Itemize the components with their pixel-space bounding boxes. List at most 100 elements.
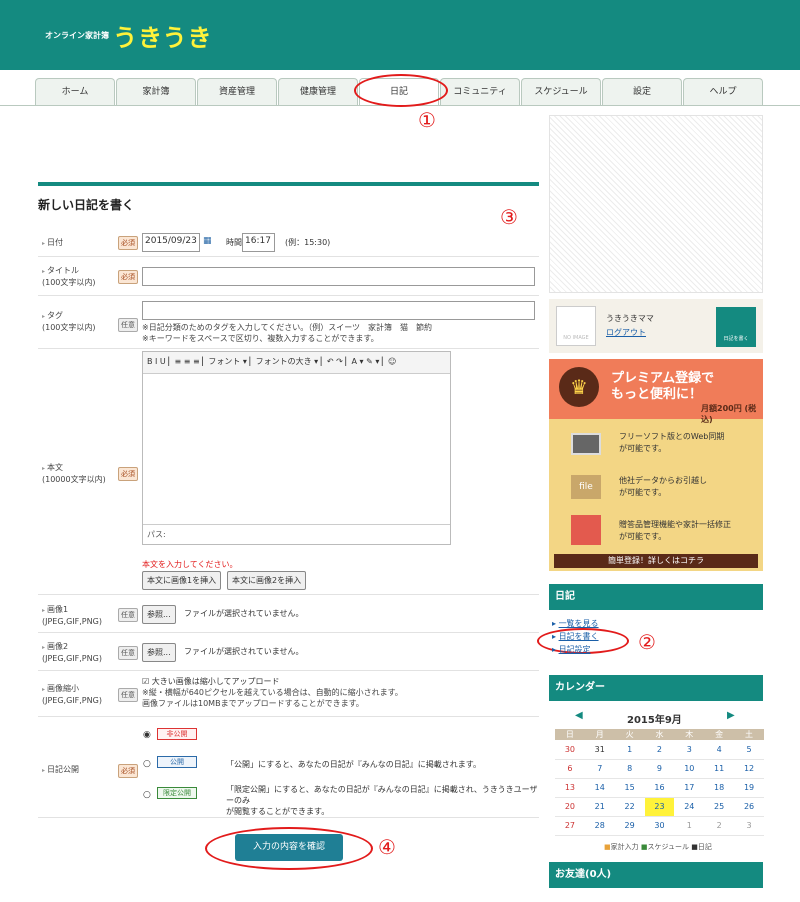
crown-icon: ♛ <box>559 367 599 407</box>
diary-menu-settings[interactable]: ▸ 日記設定 <box>552 643 599 656</box>
calendar-day[interactable]: 13 <box>555 778 585 798</box>
calendar-legend: ■家計入力 ■スケジュール ■日記 <box>604 843 712 851</box>
tab-settings[interactable]: 設定 <box>602 78 682 105</box>
calendar-icon[interactable]: ▦ <box>203 236 212 246</box>
calendar-day[interactable]: 27 <box>555 816 585 836</box>
calendar-day[interactable]: 9 <box>644 759 675 779</box>
calendar-day[interactable]: 18 <box>704 778 735 798</box>
image1-label: 画像1(JPEG,GIF,PNG) <box>42 604 102 627</box>
weekday: 土 <box>734 729 764 740</box>
calendar-day[interactable]: 15 <box>614 778 645 798</box>
tab-assets[interactable]: 資産管理 <box>197 78 277 105</box>
calendar-day-today[interactable]: 23 <box>644 797 675 817</box>
calendar-day[interactable]: 22 <box>614 797 645 817</box>
calendar-day[interactable]: 3 <box>674 740 705 760</box>
calendar-day[interactable]: 29 <box>614 816 645 836</box>
calendar-day[interactable]: 30 <box>555 740 585 760</box>
calendar-day[interactable]: 16 <box>644 778 675 798</box>
rich-text-editor[interactable]: B I U ▏≡ ≡ ≡ ▏フォント ▾ ▏フォントの大き ▾ ▏↶ ↷ ▏A … <box>142 351 451 545</box>
write-diary-button[interactable]: 日記を書く <box>716 307 756 347</box>
calendar-day[interactable]: 17 <box>674 778 705 798</box>
tab-community[interactable]: コミュニティ <box>440 78 520 105</box>
calendar-day[interactable]: 28 <box>584 816 615 836</box>
tab-home[interactable]: ホーム <box>35 78 115 105</box>
calendar-day[interactable]: 11 <box>704 759 735 779</box>
insert-image2-button[interactable]: 本文に画像2を挿入 <box>227 571 307 590</box>
calendar-day[interactable]: 19 <box>734 778 764 798</box>
publish-label: 日記公開 <box>42 764 79 776</box>
calendar-day[interactable]: 2 <box>644 740 675 760</box>
calendar-day[interactable]: 3 <box>734 816 764 836</box>
page-title: 新しい日記を書く <box>38 198 135 212</box>
calendar-day[interactable]: 24 <box>674 797 705 817</box>
editor-toolbar[interactable]: B I U ▏≡ ≡ ≡ ▏フォント ▾ ▏フォントの大き ▾ ▏↶ ↷ ▏A … <box>143 352 450 374</box>
brand-logo[interactable]: うきうき <box>113 18 213 53</box>
insert-image1-button[interactable]: 本文に画像1を挿入 <box>142 571 222 590</box>
browse-image1-button[interactable]: 参照... <box>142 605 176 624</box>
premium-title: プレミアム登録で もっと便利に！ <box>611 371 715 402</box>
calendar-day[interactable]: 6 <box>555 759 585 779</box>
public-option[interactable]: 公開 <box>157 756 197 768</box>
public-note: 「公開」にすると、あなたの日記が『みんなの日記』に掲載されます。 <box>226 760 481 769</box>
calendar-day[interactable]: 2 <box>704 816 735 836</box>
tab-help[interactable]: ヘルプ <box>683 78 763 105</box>
limited-option[interactable]: 限定公開 <box>157 787 197 799</box>
tab-schedule[interactable]: スケジュール <box>521 78 601 105</box>
confirm-button[interactable]: 入力の内容を確認 <box>235 834 343 861</box>
logout-link[interactable]: ログアウト <box>606 327 646 338</box>
optional-badge: 任意 <box>118 646 138 660</box>
premium-banner[interactable]: ♛ プレミアム登録で もっと便利に！ 月額200円 (税込) フリーソフト版とのW… <box>549 359 763 571</box>
shrink-checkbox[interactable]: ☑ 大きい画像は縮小してアップロード <box>142 676 279 687</box>
browse-image2-button[interactable]: 参照... <box>142 643 176 662</box>
weekday: 日 <box>555 729 585 740</box>
radio-limited[interactable]: ○ <box>143 790 151 800</box>
calendar-day[interactable]: 26 <box>734 797 764 817</box>
calendar-day[interactable]: 1 <box>614 740 645 760</box>
form-row-image2: 画像2(JPEG,GIF,PNG) 任意 参照... ファイルが選択されていませ… <box>38 633 539 671</box>
required-badge: 必須 <box>118 236 138 250</box>
calendar-day[interactable]: 8 <box>614 759 645 779</box>
calendar-day[interactable]: 21 <box>584 797 615 817</box>
tag-input[interactable] <box>142 301 535 320</box>
required-badge: 必須 <box>118 467 138 481</box>
tab-household[interactable]: 家計簿 <box>116 78 196 105</box>
next-month-icon[interactable]: ▶ <box>727 710 735 721</box>
required-badge: 必須 <box>118 270 138 284</box>
calendar-day[interactable]: 7 <box>584 759 615 779</box>
premium-price: 月額200円 (税込) <box>701 404 757 424</box>
weekday: 火 <box>614 729 645 740</box>
date-label: 日付 <box>42 237 63 249</box>
calendar-day[interactable]: 1 <box>674 816 705 836</box>
calendar-day[interactable]: 12 <box>734 759 764 779</box>
calendar-day[interactable]: 25 <box>704 797 735 817</box>
weekday: 月 <box>584 729 615 740</box>
avatar: NO IMAGE <box>556 306 596 346</box>
title-input[interactable] <box>142 267 535 286</box>
radio-private[interactable]: ◉ <box>143 730 151 740</box>
premium-cta[interactable]: 簡単登録！詳しくはコチラ <box>554 554 758 568</box>
calendar-day[interactable]: 14 <box>584 778 615 798</box>
optional-badge: 任意 <box>118 688 138 702</box>
weekday: 木 <box>674 729 705 740</box>
calendar-day[interactable]: 4 <box>704 740 735 760</box>
prev-month-icon[interactable]: ◀ <box>575 710 583 721</box>
calendar-day[interactable]: 31 <box>584 740 615 760</box>
tab-health[interactable]: 健康管理 <box>278 78 358 105</box>
radio-public[interactable]: ○ <box>143 759 151 769</box>
ad-placeholder <box>549 115 763 293</box>
calendar-nav: ◀ 2015年9月 ▶ <box>549 708 763 726</box>
form-row-publish: 日記公開 必須 ◉ 非公開 ○ 公開 「公開」にすると、あなたの日記が『みんなの… <box>38 718 539 818</box>
private-option[interactable]: 非公開 <box>157 728 197 740</box>
friends-head: お友達(0人) <box>549 862 763 888</box>
calendar-day[interactable]: 10 <box>674 759 705 779</box>
date-input[interactable]: 2015/09/23 <box>142 233 200 252</box>
calendar-month: 2015年9月 <box>627 715 682 726</box>
diary-menu-list[interactable]: ▸ 一覧を見る <box>552 617 599 630</box>
time-input[interactable]: 16:17 <box>242 233 275 252</box>
calendar-day[interactable]: 5 <box>734 740 764 760</box>
diary-menu-write[interactable]: ▸ 日記を書く <box>552 630 599 643</box>
calendar-day[interactable]: 30 <box>644 816 675 836</box>
calendar-day[interactable]: 20 <box>555 797 585 817</box>
form-row-body: 本文(10000文字以内) 必須 B I U ▏≡ ≡ ≡ ▏フォント ▾ ▏フ… <box>38 351 539 595</box>
weekday: 金 <box>704 729 735 740</box>
